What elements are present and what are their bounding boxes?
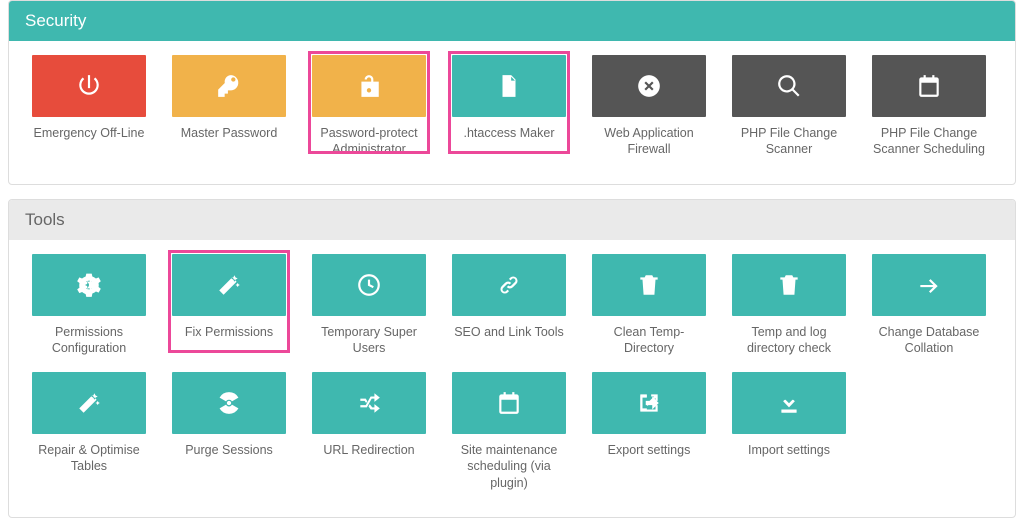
tools-tile[interactable]: Permissions Configuration — [19, 254, 159, 357]
search-icon — [732, 55, 846, 117]
wand-icon — [172, 254, 286, 316]
tools-tile[interactable]: Change Database Collation — [859, 254, 999, 357]
tile-label: Temporary Super Users — [309, 324, 429, 357]
tools-tile[interactable]: Export settings — [579, 372, 719, 491]
tile-label: Purge Sessions — [185, 442, 273, 458]
security-tile[interactable]: Password-protect Administrator — [299, 55, 439, 158]
file-icon — [452, 55, 566, 117]
security-title: Security — [25, 11, 86, 30]
tile-label: Master Password — [181, 125, 278, 141]
tools-tile[interactable]: Fix Permissions — [159, 254, 299, 357]
security-panel-body: Emergency Off-Line Master Password Passwor… — [9, 41, 1015, 184]
tools-tile[interactable]: Temporary Super Users — [299, 254, 439, 357]
security-tile[interactable]: .htaccess Maker — [439, 55, 579, 158]
calendar-icon — [872, 55, 986, 117]
link-icon — [452, 254, 566, 316]
arrow-icon — [872, 254, 986, 316]
tools-panel-header: Tools — [9, 200, 1015, 240]
key-icon — [172, 55, 286, 117]
security-tile[interactable]: Web Application Firewall — [579, 55, 719, 158]
tile-label: Temp and log directory check — [729, 324, 849, 357]
tools-tile[interactable]: Purge Sessions — [159, 372, 299, 491]
tile-label: .htaccess Maker — [463, 125, 554, 141]
shuffle-icon — [312, 372, 426, 434]
unlock-icon — [312, 55, 426, 117]
tile-label: Change Database Collation — [869, 324, 989, 357]
radiation-icon — [172, 372, 286, 434]
wand-icon — [32, 372, 146, 434]
tile-label: Repair & Optimise Tables — [29, 442, 149, 475]
trash-icon — [732, 254, 846, 316]
tile-label: Import settings — [748, 442, 830, 458]
tile-label: Password-protect Administrator — [309, 125, 429, 158]
security-tile[interactable]: PHP File Change Scanner Scheduling — [859, 55, 999, 158]
tile-label: URL Redirection — [323, 442, 414, 458]
tools-tile[interactable]: Clean Temp-Directory — [579, 254, 719, 357]
trash-icon — [592, 254, 706, 316]
tile-label: Fix Permissions — [185, 324, 273, 340]
tools-tile[interactable]: SEO and Link Tools — [439, 254, 579, 357]
tools-tile[interactable]: Temp and log directory check — [719, 254, 859, 357]
tools-panel: Tools Permissions Configuration Fix Permi… — [8, 199, 1016, 518]
tools-tile[interactable]: URL Redirection — [299, 372, 439, 491]
gear-icon — [32, 254, 146, 316]
tile-label: Site maintenance scheduling (via plugin) — [449, 442, 569, 491]
tile-label: Permissions Configuration — [29, 324, 149, 357]
tile-label: PHP File Change Scanner Scheduling — [869, 125, 989, 158]
security-panel: Security Emergency Off-Line Master Passwo… — [8, 0, 1016, 185]
tools-tile[interactable]: Repair & Optimise Tables — [19, 372, 159, 491]
tile-label: Emergency Off-Line — [34, 125, 145, 141]
export-icon — [592, 372, 706, 434]
xcircle-icon — [592, 55, 706, 117]
security-tile[interactable]: Master Password — [159, 55, 299, 158]
tools-tile[interactable]: Site maintenance scheduling (via plugin) — [439, 372, 579, 491]
security-tile[interactable]: Emergency Off-Line — [19, 55, 159, 158]
tile-label: Clean Temp-Directory — [589, 324, 709, 357]
import-icon — [732, 372, 846, 434]
security-panel-header: Security — [9, 1, 1015, 41]
tools-panel-body: Permissions Configuration Fix Permissions… — [9, 240, 1015, 517]
power-icon — [32, 55, 146, 117]
tools-tile[interactable]: Import settings — [719, 372, 859, 491]
tile-label: PHP File Change Scanner — [729, 125, 849, 158]
clock-icon — [312, 254, 426, 316]
calendar-icon — [452, 372, 566, 434]
tile-label: SEO and Link Tools — [454, 324, 564, 340]
tile-label: Export settings — [608, 442, 691, 458]
security-tile[interactable]: PHP File Change Scanner — [719, 55, 859, 158]
tile-label: Web Application Firewall — [589, 125, 709, 158]
tools-title: Tools — [25, 210, 65, 229]
